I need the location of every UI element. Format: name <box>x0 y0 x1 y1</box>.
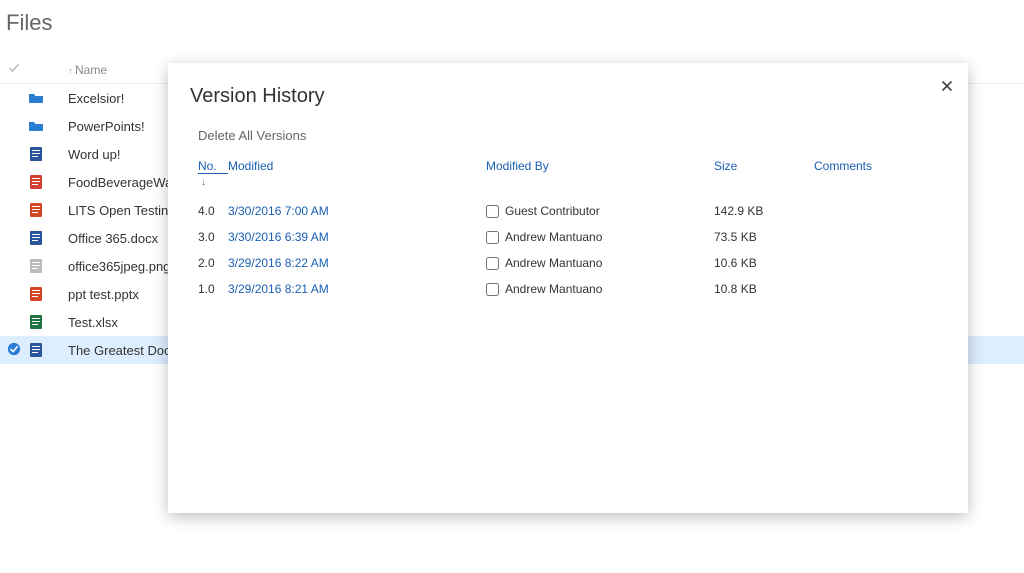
version-history-dialog: Version History Delete All Versions No.↓… <box>168 63 968 513</box>
checked-icon <box>7 342 21 356</box>
user-checkbox[interactable] <box>486 205 499 218</box>
check-icon <box>8 62 20 74</box>
version-date-link[interactable]: 3/30/2016 7:00 AM <box>228 204 486 218</box>
header-no[interactable]: No.↓ <box>198 159 228 188</box>
version-date-link[interactable]: 3/29/2016 8:22 AM <box>228 256 486 270</box>
version-modified-by: Guest Contributor <box>486 204 714 218</box>
header-modified[interactable]: Modified <box>228 159 486 188</box>
png-icon <box>28 258 68 275</box>
row-select[interactable] <box>0 342 28 359</box>
version-date-link[interactable]: 3/29/2016 8:21 AM <box>228 282 486 296</box>
pdf-icon <box>28 174 68 191</box>
ppt-icon <box>28 286 68 303</box>
version-modified-by: Andrew Mantuano <box>486 282 714 296</box>
close-icon <box>941 80 953 92</box>
page-title: Files <box>0 0 1024 36</box>
sort-desc-icon: ↓ <box>201 177 206 188</box>
version-table-header: No.↓ Modified Modified By Size Comments <box>198 159 938 188</box>
user-checkbox[interactable] <box>486 283 499 296</box>
version-row: 4.03/30/2016 7:00 AMGuest Contributor142… <box>198 198 938 224</box>
version-row: 2.03/29/2016 8:22 AMAndrew Mantuano10.6 … <box>198 250 938 276</box>
dialog-title: Version History <box>168 63 968 108</box>
header-modified-by[interactable]: Modified By <box>486 159 714 188</box>
folder-icon <box>28 118 68 135</box>
close-button[interactable] <box>938 79 956 97</box>
word-icon <box>28 230 68 247</box>
header-size[interactable]: Size <box>714 159 814 188</box>
version-row: 1.03/29/2016 8:21 AMAndrew Mantuano10.8 … <box>198 276 938 302</box>
sort-asc-icon: ↑ <box>68 66 73 77</box>
folder-icon <box>28 90 68 107</box>
delete-all-versions-link[interactable]: Delete All Versions <box>198 128 938 143</box>
select-all-check[interactable] <box>0 62 28 77</box>
version-number: 1.0 <box>198 282 228 296</box>
word-icon <box>28 146 68 163</box>
word-icon <box>28 342 68 359</box>
version-size: 10.6 KB <box>714 256 814 270</box>
excel-icon <box>28 314 68 331</box>
ppt-icon <box>28 202 68 219</box>
version-size: 142.9 KB <box>714 204 814 218</box>
version-modified-by: Andrew Mantuano <box>486 230 714 244</box>
version-row: 3.03/30/2016 6:39 AMAndrew Mantuano73.5 … <box>198 224 938 250</box>
version-date-link[interactable]: 3/30/2016 6:39 AM <box>228 230 486 244</box>
version-number: 4.0 <box>198 204 228 218</box>
user-checkbox[interactable] <box>486 257 499 270</box>
version-number: 3.0 <box>198 230 228 244</box>
version-size: 73.5 KB <box>714 230 814 244</box>
version-size: 10.8 KB <box>714 282 814 296</box>
header-comments[interactable]: Comments <box>814 159 914 188</box>
version-modified-by: Andrew Mantuano <box>486 256 714 270</box>
user-checkbox[interactable] <box>486 231 499 244</box>
version-number: 2.0 <box>198 256 228 270</box>
